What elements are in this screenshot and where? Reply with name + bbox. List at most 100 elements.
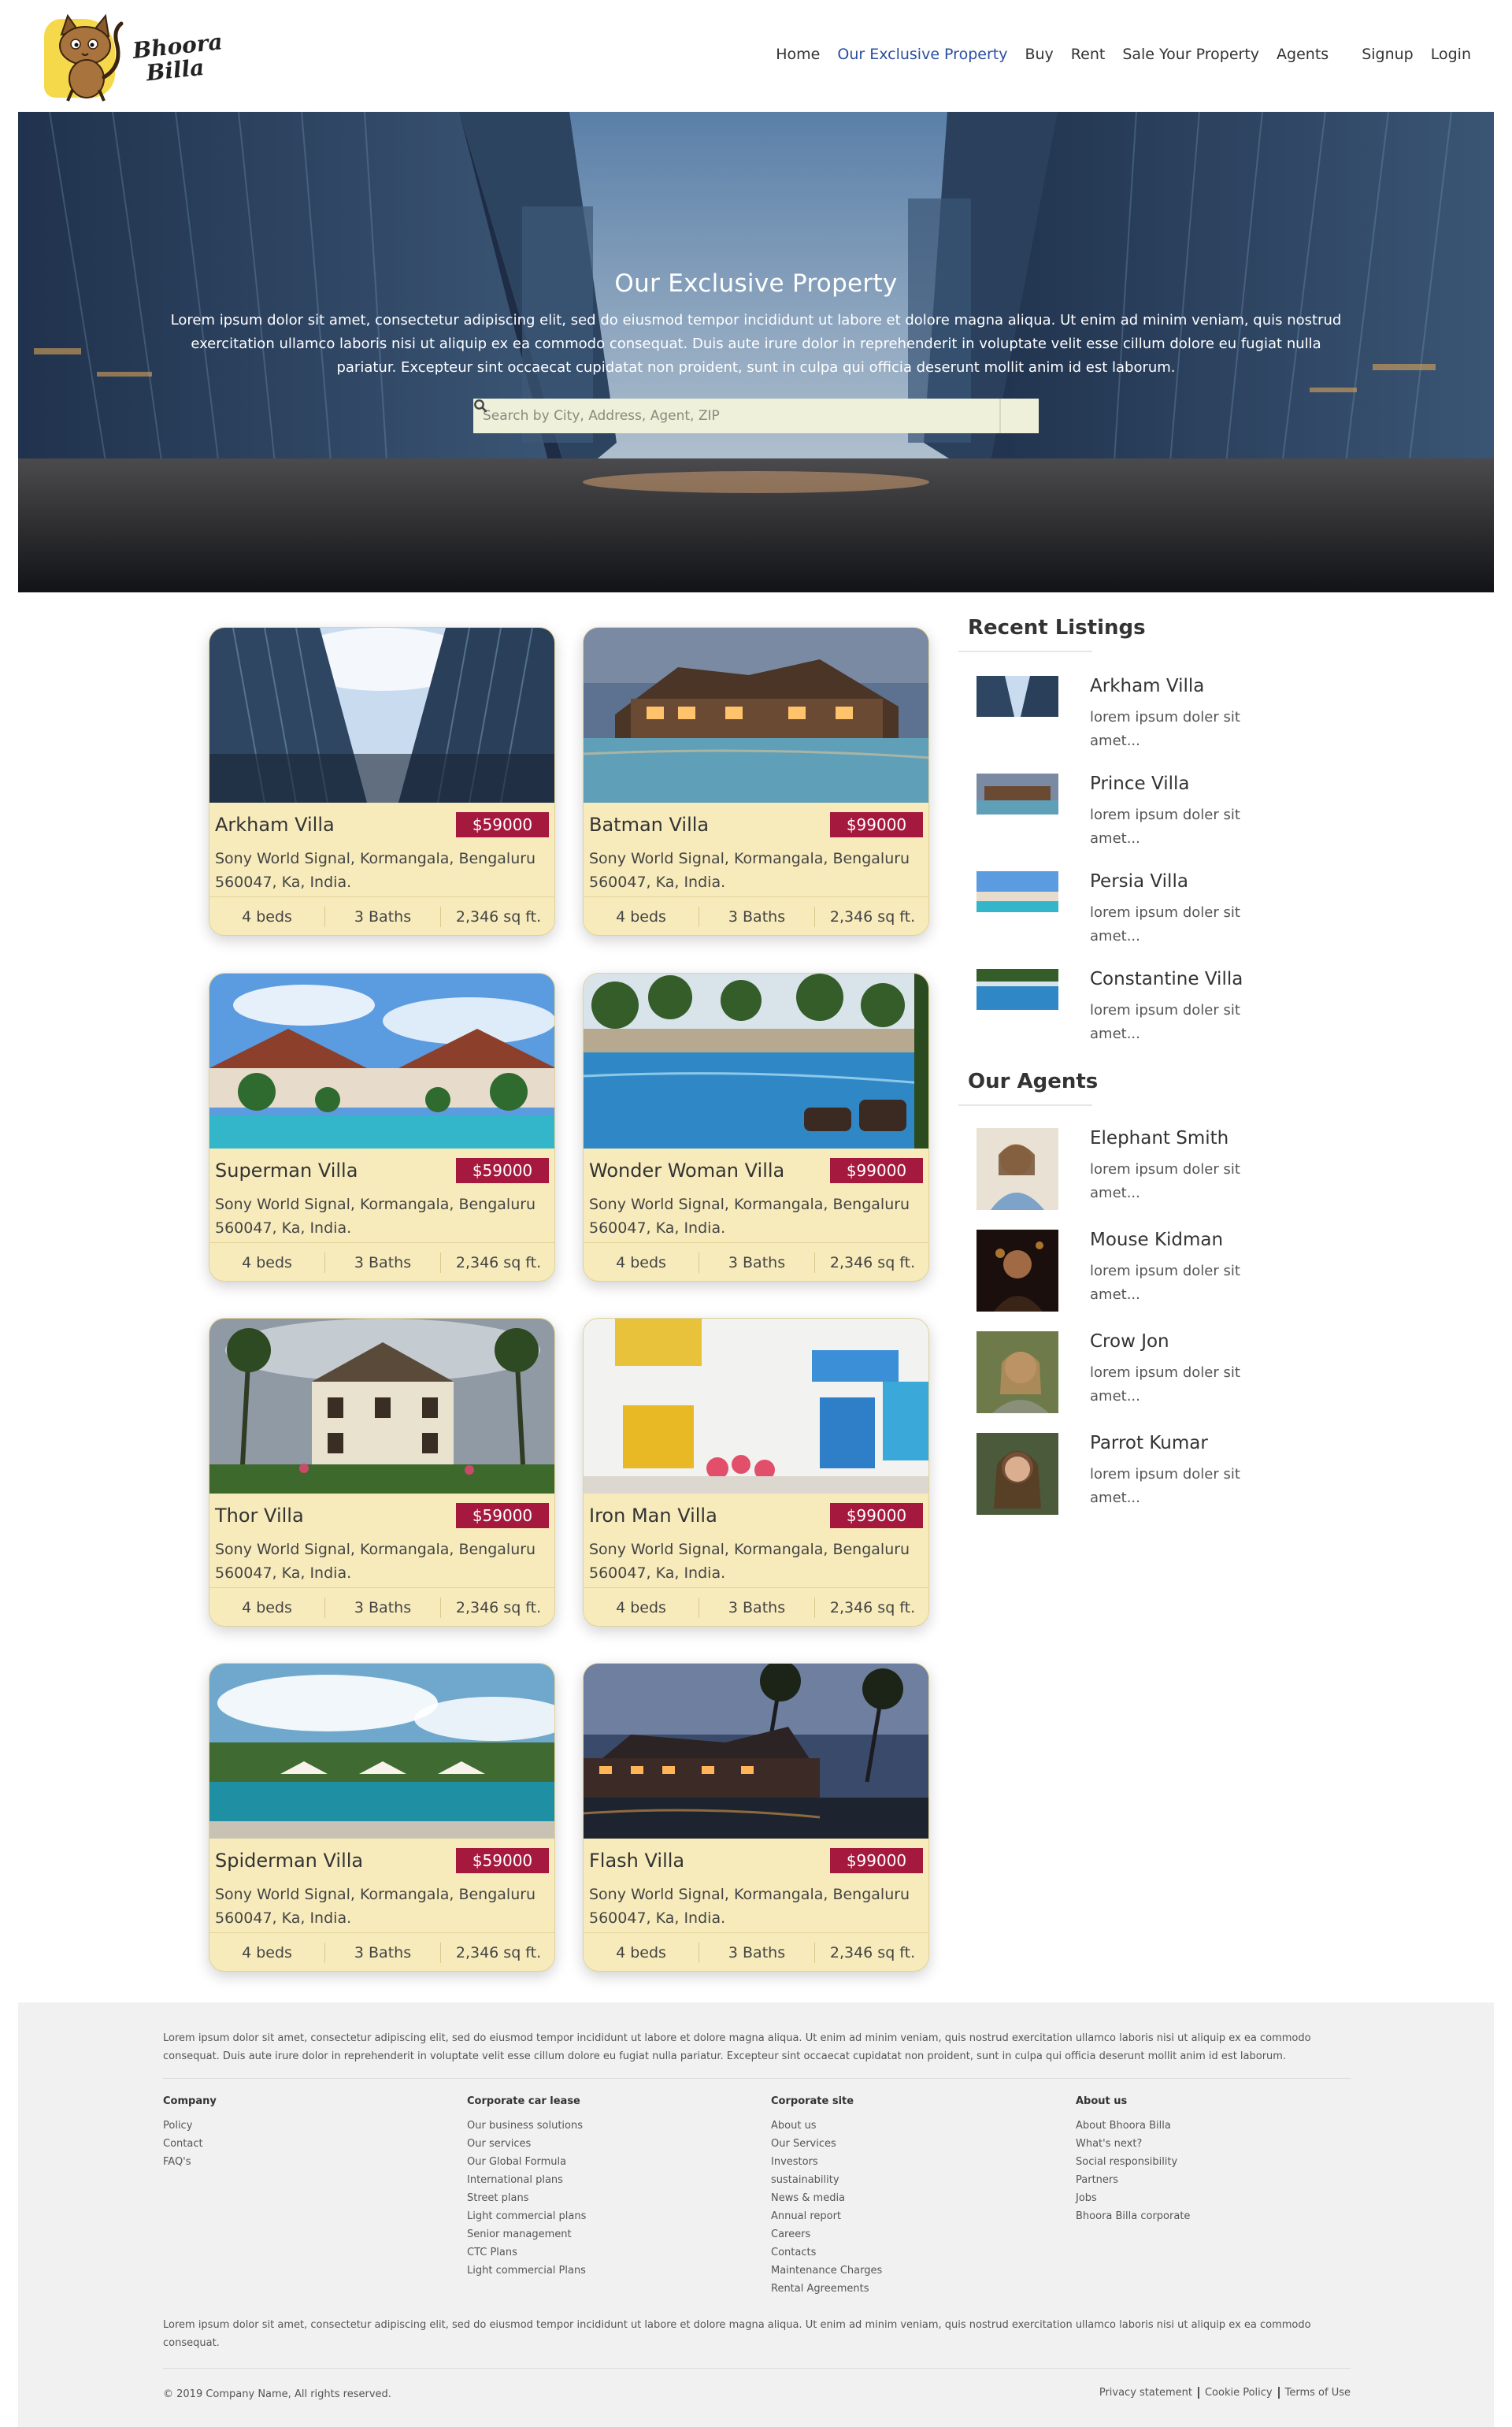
footer-link[interactable]: Jobs: [1076, 2189, 1375, 2207]
listing-specs: 4 beds 3 Baths 2,346 sq ft.: [209, 896, 554, 935]
area-size: 2,346 sq ft.: [440, 1943, 554, 1963]
listing-card[interactable]: Spiderman Villa $59000 Sony World Signal…: [209, 1663, 555, 1972]
footer-link[interactable]: Our business solutions: [467, 2117, 766, 2135]
footer-link[interactable]: Contacts: [771, 2243, 1070, 2262]
recent-listing-item[interactable]: Persia Villa lorem ipsum doler sit amet.…: [976, 871, 1260, 950]
search-input[interactable]: [473, 399, 999, 433]
footer-link[interactable]: Light commercial plans: [467, 2207, 766, 2225]
footer-link[interactable]: Our Global Formula: [467, 2153, 766, 2171]
footer-link[interactable]: Social responsibility: [1076, 2153, 1375, 2171]
listing-photo: [584, 974, 928, 1149]
divider: [958, 651, 1092, 652]
privacy-statement-link[interactable]: Privacy statement: [1094, 2387, 1198, 2399]
footer-link[interactable]: Careers: [771, 2225, 1070, 2243]
recent-listing-title[interactable]: Arkham Villa: [1090, 676, 1204, 696]
beds-count: 4 beds: [616, 1599, 666, 1616]
footer-link[interactable]: Our services: [467, 2135, 766, 2153]
footer-link[interactable]: sustainability: [771, 2171, 1070, 2189]
hero-description: Lorem ipsum dolor sit amet, consectetur …: [170, 312, 1342, 376]
footer-link[interactable]: Bhoora Billa corporate: [1076, 2207, 1375, 2225]
listing-title[interactable]: Batman Villa: [589, 814, 709, 836]
footer-link[interactable]: Rental Agreements: [771, 2280, 1070, 2298]
footer-link[interactable]: About Bhoora Billa: [1076, 2117, 1375, 2135]
brand-logo[interactable]: Bhoora Billa: [41, 11, 224, 104]
listing-photo: [209, 1319, 554, 1494]
agent-item[interactable]: Elephant Smith lorem ipsum doler sit ame…: [976, 1128, 1260, 1210]
nav-sale-your-property[interactable]: Sale Your Property: [1122, 46, 1259, 63]
recent-listing-desc: lorem ipsum doler sit amet...: [1090, 904, 1240, 944]
listing-title[interactable]: Iron Man Villa: [589, 1505, 717, 1527]
nav-login[interactable]: Login: [1431, 46, 1471, 63]
recent-listing-title[interactable]: Persia Villa: [1090, 871, 1188, 892]
beds-count: 4 beds: [242, 1599, 292, 1616]
search-button[interactable]: [474, 399, 1039, 433]
nav-agents[interactable]: Agents: [1277, 46, 1329, 63]
listing-photo: [209, 1664, 554, 1839]
price-badge: $59000: [456, 1158, 549, 1183]
footer-column-corporate-site: Corporate site About us Our Services Inv…: [771, 2095, 1070, 2298]
listing-title[interactable]: Wonder Woman Villa: [589, 1160, 784, 1182]
price-badge: $99000: [830, 1848, 923, 1873]
listing-specs: 4 beds 3 Baths 2,346 sq ft.: [209, 1587, 554, 1626]
agent-name[interactable]: Parrot Kumar: [1090, 1433, 1208, 1453]
site-footer: Lorem ipsum dolor sit amet, consectetur …: [18, 2002, 1494, 2427]
cookie-policy-link[interactable]: Cookie Policy: [1197, 2387, 1278, 2399]
agent-avatar: [976, 1128, 1058, 1210]
agent-item[interactable]: Parrot Kumar lorem ipsum doler sit amet.…: [976, 1433, 1260, 1515]
listing-card[interactable]: Wonder Woman Villa $99000 Sony World Sig…: [583, 973, 929, 1282]
beds-count: 4 beds: [616, 1944, 666, 1961]
listing-card[interactable]: Iron Man Villa $99000 Sony World Signal,…: [583, 1318, 929, 1627]
listing-title[interactable]: Superman Villa: [215, 1160, 358, 1182]
footer-link[interactable]: Policy: [163, 2117, 462, 2135]
listing-card[interactable]: Thor Villa $59000 Sony World Signal, Kor…: [209, 1318, 555, 1627]
footer-link[interactable]: Street plans: [467, 2189, 766, 2207]
listing-title[interactable]: Spiderman Villa: [215, 1850, 363, 1872]
footer-column-heading: About us: [1076, 2095, 1128, 2107]
agent-item[interactable]: Mouse Kidman lorem ipsum doler sit amet.…: [976, 1230, 1260, 1312]
footer-link[interactable]: Annual report: [771, 2207, 1070, 2225]
listing-card[interactable]: Flash Villa $99000 Sony World Signal, Ko…: [583, 1663, 929, 1972]
listing-title[interactable]: Thor Villa: [215, 1505, 304, 1527]
recent-listing-item[interactable]: Prince Villa lorem ipsum doler sit amet.…: [976, 774, 1260, 852]
footer-link[interactable]: Our Services: [771, 2135, 1070, 2153]
terms-of-use-link[interactable]: Terms of Use: [1277, 2387, 1351, 2399]
recent-listing-item[interactable]: Arkham Villa lorem ipsum doler sit amet.…: [976, 676, 1260, 755]
footer-link[interactable]: Senior management: [467, 2225, 766, 2243]
recent-listing-thumb: [976, 774, 1058, 815]
listing-card[interactable]: Batman Villa $99000 Sony World Signal, K…: [583, 627, 929, 936]
footer-link[interactable]: Maintenance Charges: [771, 2262, 1070, 2280]
agent-name[interactable]: Mouse Kidman: [1090, 1230, 1223, 1250]
nav-rent[interactable]: Rent: [1071, 46, 1106, 63]
footer-link[interactable]: What's next?: [1076, 2135, 1375, 2153]
listing-card[interactable]: Arkham Villa $59000 Sony World Signal, K…: [209, 627, 555, 936]
nav-signup[interactable]: Signup: [1362, 46, 1414, 63]
recent-listing-desc: lorem ipsum doler sit amet...: [1090, 1002, 1240, 1042]
recent-listing-title[interactable]: Constantine Villa: [1090, 969, 1243, 989]
footer-link[interactable]: CTC Plans: [467, 2243, 766, 2262]
area-size: 2,346 sq ft.: [440, 1252, 554, 1273]
agent-name[interactable]: Crow Jon: [1090, 1331, 1169, 1352]
footer-link[interactable]: Light commercial Plans: [467, 2262, 766, 2280]
footer-link[interactable]: FAQ's: [163, 2153, 462, 2171]
agent-item[interactable]: Crow Jon lorem ipsum doler sit amet...: [976, 1331, 1260, 1413]
recent-listing-desc: lorem ipsum doler sit amet...: [1090, 807, 1240, 847]
recent-listings-heading: Recent Listings: [968, 616, 1146, 640]
nav-our-exclusive-property[interactable]: Our Exclusive Property: [837, 46, 1007, 63]
footer-link[interactable]: Contact: [163, 2135, 462, 2153]
agent-name[interactable]: Elephant Smith: [1090, 1128, 1228, 1149]
footer-link[interactable]: Investors: [771, 2153, 1070, 2171]
footer-link[interactable]: Partners: [1076, 2171, 1375, 2189]
nav-buy[interactable]: Buy: [1025, 46, 1053, 63]
divider: [958, 1104, 1092, 1106]
listing-title[interactable]: Flash Villa: [589, 1850, 684, 1872]
footer-link[interactable]: International plans: [467, 2171, 766, 2189]
footer-link[interactable]: News & media: [771, 2189, 1070, 2207]
agent-desc: lorem ipsum doler sit amet...: [1090, 1263, 1240, 1303]
recent-listing-item[interactable]: Constantine Villa lorem ipsum doler sit …: [976, 969, 1260, 1048]
nav-home[interactable]: Home: [776, 46, 820, 63]
listing-card[interactable]: Superman Villa $59000 Sony World Signal,…: [209, 973, 555, 1282]
recent-listing-title[interactable]: Prince Villa: [1090, 774, 1190, 794]
site-header: Bhoora Billa Home Our Exclusive Property…: [0, 0, 1512, 112]
footer-link[interactable]: About us: [771, 2117, 1070, 2135]
listing-title[interactable]: Arkham Villa: [215, 814, 335, 836]
